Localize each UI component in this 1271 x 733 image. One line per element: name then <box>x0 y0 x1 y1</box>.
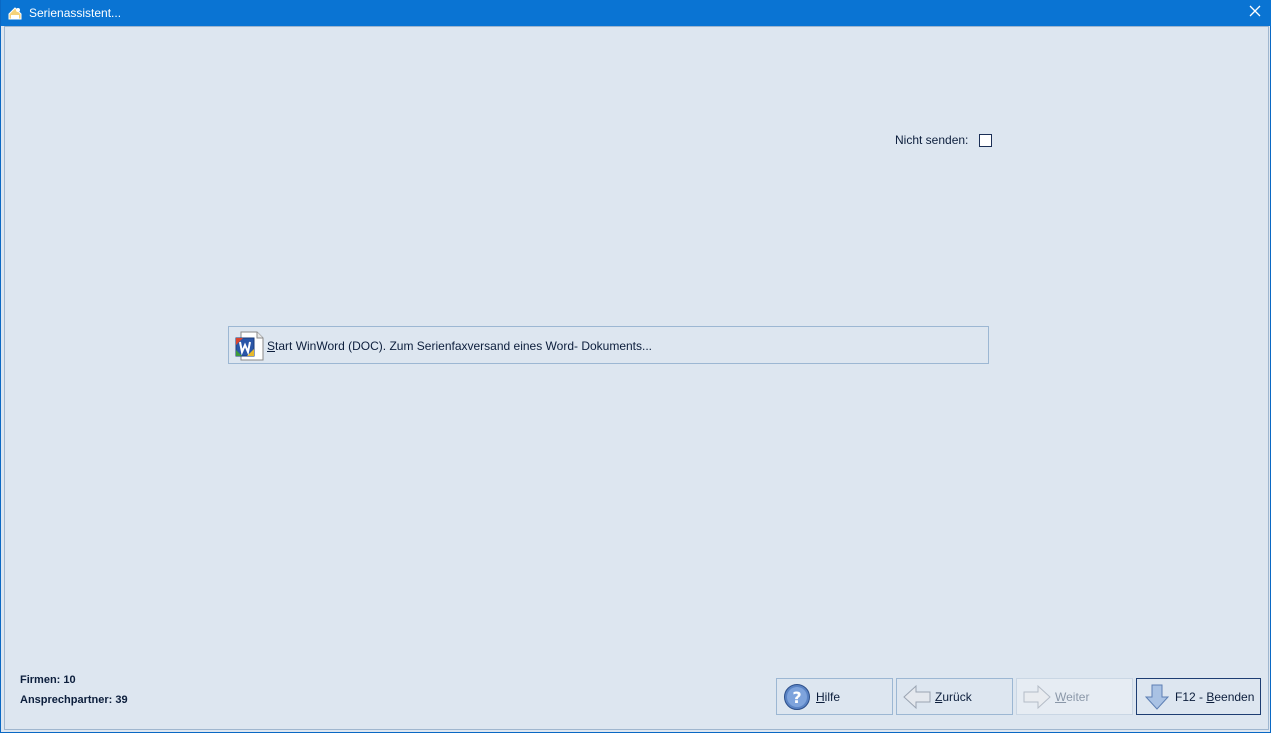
ansprechpartner-count: Ansprechpartner: 39 <box>20 694 128 706</box>
hilfe-label: Hilfe <box>816 690 841 704</box>
firmen-count: Firmen: 10 <box>20 674 76 686</box>
arrow-down-icon <box>1142 683 1172 711</box>
help-icon: ? <box>782 683 812 711</box>
nicht-senden-label: Nicht senden: <box>895 133 969 147</box>
hilfe-button[interactable]: ? Hilfe <box>776 678 893 715</box>
weiter-button[interactable]: Weiter <box>1016 678 1133 715</box>
close-button[interactable] <box>1238 0 1271 26</box>
wizard-content <box>4 26 1269 730</box>
zurueck-button[interactable]: Zurück <box>896 678 1013 715</box>
nicht-senden-checkbox[interactable] <box>979 133 993 147</box>
word-document-icon <box>233 330 265 362</box>
weiter-label: Weiter <box>1055 690 1090 704</box>
arrow-left-icon <box>902 683 932 711</box>
beenden-label: F12 - Beenden <box>1175 690 1255 704</box>
close-icon <box>1249 4 1261 22</box>
zurueck-label: Zurück <box>935 690 972 704</box>
window-title: Serienassistent... <box>29 6 122 20</box>
serienassistent-window: Serienassistent... Nicht senden: Start W… <box>0 0 1271 733</box>
nicht-senden-option: Nicht senden: <box>895 132 993 148</box>
title-bar[interactable]: Serienassistent... <box>1 0 1271 26</box>
start-winword-label: Start WinWord (DOC). Zum Serienfaxversan… <box>267 339 653 353</box>
beenden-button[interactable]: F12 - Beenden <box>1136 678 1261 715</box>
start-winword-button[interactable]: Start WinWord (DOC). Zum Serienfaxversan… <box>228 326 989 364</box>
app-icon <box>7 5 23 21</box>
arrow-right-icon <box>1022 683 1052 711</box>
svg-text:?: ? <box>792 688 801 707</box>
